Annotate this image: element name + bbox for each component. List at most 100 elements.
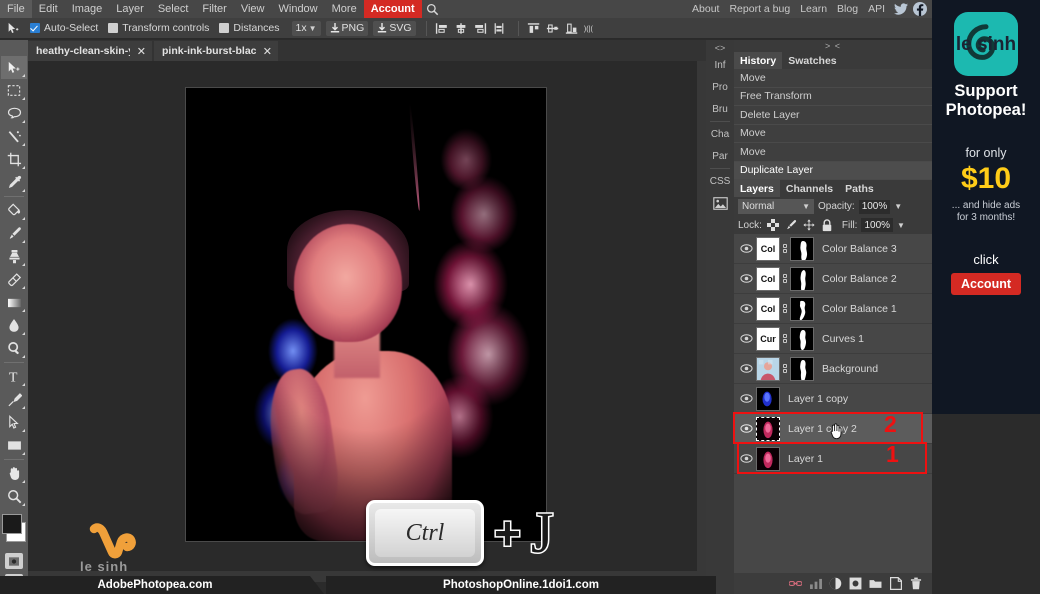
blur-icon[interactable] bbox=[1, 314, 27, 337]
align-top-icon[interactable] bbox=[525, 20, 543, 37]
brush-icon[interactable] bbox=[1, 222, 27, 245]
layer-thumbnail[interactable] bbox=[756, 386, 780, 411]
layer-mask-thumbnail[interactable] bbox=[790, 356, 814, 381]
eye-icon[interactable] bbox=[738, 304, 754, 313]
panel-tab-info[interactable]: Inf bbox=[714, 54, 725, 76]
eye-icon[interactable] bbox=[738, 394, 754, 403]
zoom-level-select[interactable]: 1x ▼ bbox=[291, 20, 321, 36]
layer-mask-thumbnail[interactable] bbox=[790, 326, 814, 351]
auto-select-checkbox[interactable]: Auto-Select bbox=[30, 22, 98, 34]
move-tool-icon[interactable] bbox=[1, 56, 27, 79]
eye-icon[interactable] bbox=[738, 364, 754, 373]
layer-thumbnail[interactable] bbox=[756, 356, 780, 381]
distances-checkbox[interactable]: Distances bbox=[219, 22, 280, 34]
tab-channels[interactable]: Channels bbox=[780, 180, 839, 197]
menu-item-filter[interactable]: Filter bbox=[195, 0, 233, 18]
table-row[interactable]: Col Color Balance 1 bbox=[734, 294, 932, 324]
move-tool-icon[interactable] bbox=[2, 19, 24, 38]
align-middle-v-icon[interactable] bbox=[544, 20, 562, 37]
layer-mask-icon[interactable] bbox=[849, 577, 862, 590]
menu-item-edit[interactable]: Edit bbox=[32, 0, 65, 18]
menu-item-image[interactable]: Image bbox=[65, 0, 110, 18]
menu-item-layer[interactable]: Layer bbox=[109, 0, 151, 18]
new-layer-icon[interactable] bbox=[889, 577, 902, 590]
close-icon[interactable]: ✕ bbox=[263, 45, 272, 58]
eye-icon[interactable] bbox=[738, 244, 754, 253]
lock-all-icon[interactable] bbox=[820, 218, 834, 232]
dodge-icon[interactable] bbox=[1, 337, 27, 360]
table-row-selected[interactable]: Layer 1 copy 2 bbox=[734, 414, 932, 444]
table-row[interactable]: Col Color Balance 2 bbox=[734, 264, 932, 294]
twitter-icon[interactable] bbox=[893, 1, 909, 17]
color-swatches[interactable] bbox=[2, 514, 26, 548]
panel-tab-character[interactable]: Cha bbox=[711, 123, 729, 145]
zoom-tool-icon[interactable] bbox=[1, 485, 27, 508]
link-mask-icon[interactable] bbox=[780, 244, 789, 253]
fill-value[interactable]: 100% bbox=[861, 218, 894, 232]
shape-icon[interactable] bbox=[1, 434, 27, 457]
link-mask-icon[interactable] bbox=[780, 304, 789, 313]
delete-layer-icon[interactable] bbox=[909, 577, 922, 590]
link-mask-icon[interactable] bbox=[780, 364, 789, 373]
link-mask-icon[interactable] bbox=[780, 274, 789, 283]
document-tab-1[interactable]: heathy-clean-skin-yo ✕ bbox=[28, 41, 152, 61]
layer-mask-thumbnail[interactable] bbox=[790, 266, 814, 291]
adjustment-layer-icon[interactable] bbox=[829, 577, 842, 590]
align-right-icon[interactable] bbox=[471, 20, 489, 37]
align-bottom-icon[interactable] bbox=[563, 20, 581, 37]
menu-item-select[interactable]: Select bbox=[151, 0, 196, 18]
image-icon[interactable] bbox=[712, 192, 728, 214]
facebook-icon[interactable] bbox=[912, 1, 928, 17]
lasso-icon[interactable] bbox=[1, 102, 27, 125]
menu-item-view[interactable]: View bbox=[234, 0, 272, 18]
blend-mode-select[interactable]: Normal ▼ bbox=[738, 199, 814, 214]
hand-tool-icon[interactable] bbox=[1, 462, 27, 485]
lock-paint-icon[interactable] bbox=[784, 218, 798, 232]
document-tab-2[interactable]: pink-ink-burst-black ✕ bbox=[154, 41, 278, 61]
panel-tab-properties[interactable]: Pro bbox=[712, 76, 728, 98]
search-icon[interactable] bbox=[422, 3, 444, 16]
ad-panel[interactable]: le sinh Support Photopea! for only $10 .… bbox=[932, 0, 1040, 414]
ad-account-button[interactable]: Account bbox=[951, 273, 1021, 295]
opacity-value[interactable]: 100% bbox=[858, 199, 891, 214]
export-png-button[interactable]: PNG bbox=[325, 20, 369, 36]
new-group-icon[interactable] bbox=[869, 577, 882, 590]
link-layers-icon[interactable] bbox=[789, 577, 802, 590]
layer-mask-thumbnail[interactable] bbox=[790, 236, 814, 261]
history-item[interactable]: Move bbox=[734, 69, 932, 88]
quick-mask-icon[interactable] bbox=[5, 553, 23, 569]
history-item-current[interactable]: Duplicate Layer bbox=[734, 161, 932, 180]
menu-item-about[interactable]: About bbox=[687, 0, 724, 18]
table-row[interactable]: Background bbox=[734, 354, 932, 384]
menu-item-file[interactable]: File bbox=[0, 0, 32, 18]
table-row[interactable]: Col Color Balance 3 bbox=[734, 234, 932, 264]
layer-style-icon[interactable] bbox=[809, 577, 822, 590]
transform-controls-checkbox[interactable]: Transform controls bbox=[108, 22, 209, 34]
pen-tool-icon[interactable] bbox=[1, 388, 27, 411]
distribute-v-icon[interactable]: )(|( bbox=[582, 20, 600, 37]
history-item[interactable]: Move bbox=[734, 143, 932, 162]
tab-swatches[interactable]: Swatches bbox=[782, 52, 842, 69]
rectangular-marquee-icon[interactable] bbox=[1, 79, 27, 102]
tab-paths[interactable]: Paths bbox=[839, 180, 880, 197]
lock-move-icon[interactable] bbox=[802, 218, 816, 232]
eye-icon[interactable] bbox=[738, 334, 754, 343]
panel-tab-css[interactable]: CSS bbox=[710, 170, 731, 192]
layer-thumbnail[interactable]: Col bbox=[756, 236, 780, 261]
crop-icon[interactable] bbox=[1, 148, 27, 171]
layer-thumbnail[interactable]: Col bbox=[756, 296, 780, 321]
chevron-down-icon[interactable]: ▼ bbox=[897, 221, 905, 230]
menu-item-window[interactable]: Window bbox=[272, 0, 325, 18]
expand-panels-icon[interactable]: <> bbox=[715, 42, 726, 54]
layer-mask-thumbnail[interactable] bbox=[790, 296, 814, 321]
link-mask-icon[interactable] bbox=[780, 334, 789, 343]
layer-thumbnail[interactable]: Col bbox=[756, 266, 780, 291]
table-row[interactable]: Layer 1 bbox=[734, 444, 932, 474]
menu-item-more[interactable]: More bbox=[325, 0, 364, 18]
history-item[interactable]: Move bbox=[734, 125, 932, 143]
artboard-image[interactable] bbox=[186, 88, 546, 541]
panel-tab-brushes[interactable]: Bru bbox=[712, 98, 728, 120]
history-item[interactable]: Delete Layer bbox=[734, 106, 932, 125]
layer-thumbnail[interactable] bbox=[756, 446, 780, 471]
menu-item-account[interactable]: Account bbox=[363, 0, 422, 18]
